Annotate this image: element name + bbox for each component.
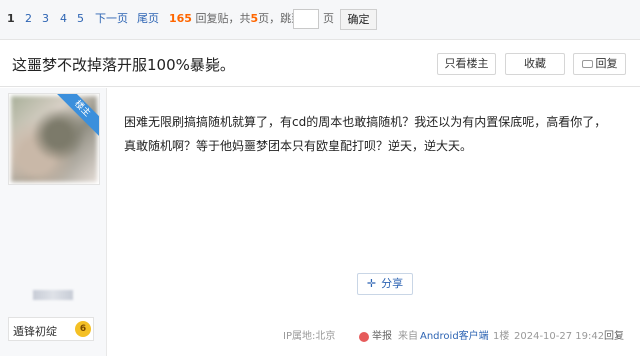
page-5[interactable]: 5 xyxy=(77,12,84,26)
post-line: 困难无限刷搞搞随机就算了，有cd的周本也敢搞随机？我还以为有内置保底呢，高看你了… xyxy=(124,115,607,129)
pager: 1 2 3 4 5 下一页 尾页 165 回复贴，共5页，跳到 页 确定 xyxy=(0,0,640,40)
username-blurred[interactable] xyxy=(33,290,73,300)
share-button[interactable]: ✛ 分享 xyxy=(357,273,413,295)
level-star-icon: 6 xyxy=(75,321,91,337)
reply-count: 165 xyxy=(169,12,192,25)
only-op-button[interactable]: 只看楼主 xyxy=(437,53,496,75)
floor-number: 1楼 xyxy=(493,331,510,342)
share-plus-icon: ✛ xyxy=(366,277,377,290)
report-icon xyxy=(359,332,369,342)
post-datetime: 2024-10-27 19:42 xyxy=(514,331,605,342)
reply-button[interactable]: 回复 xyxy=(573,53,626,75)
post-line: 真敢随机啊？等于他妈噩梦团本只有欧皇配打呗？逆天，逆大天。 xyxy=(124,139,473,153)
page-4[interactable]: 4 xyxy=(60,12,67,26)
report-link[interactable]: 举报 xyxy=(372,330,392,344)
page-3[interactable]: 3 xyxy=(42,12,49,26)
favorite-button[interactable]: 收藏 xyxy=(505,53,565,75)
thread-header: 这噩梦不改掉落开服100%暴毙。 只看楼主 收藏 回复 xyxy=(0,41,640,87)
post-content: 困难无限刷搞搞随机就算了，有cd的周本也敢搞随机？我还以为有内置保底呢，高看你了… xyxy=(124,110,630,158)
next-page-link[interactable]: 下一页 xyxy=(95,12,128,26)
page-jump-input[interactable] xyxy=(293,9,319,29)
page-unit: 页 xyxy=(323,12,334,25)
share-label: 分享 xyxy=(381,277,404,290)
page-2[interactable]: 2 xyxy=(25,12,32,26)
comment-icon xyxy=(581,60,593,68)
level-badge[interactable]: 遁锋初绽 6 xyxy=(8,317,94,341)
page-1[interactable]: 1 xyxy=(7,12,15,26)
author-panel: 楼主 遁锋初绽 6 xyxy=(0,88,107,356)
confirm-jump-button[interactable]: 确定 xyxy=(340,9,377,30)
ip-location: IP属地:北京 xyxy=(283,331,336,342)
last-page-link[interactable]: 尾页 xyxy=(137,12,159,26)
avatar-frame[interactable]: 楼主 xyxy=(8,93,100,185)
reply-button-label: 回复 xyxy=(595,57,618,70)
badge-name: 遁锋初绽 xyxy=(13,325,57,338)
reply-link[interactable]: 回复 xyxy=(604,330,624,344)
source-prefix: 来自 xyxy=(398,331,418,342)
reply-count-label: 回复贴，共 xyxy=(195,12,251,25)
total-pages: 5 xyxy=(250,12,259,25)
client-source-link[interactable]: Android客户端 xyxy=(420,330,489,344)
thread-title: 这噩梦不改掉落开服100%暴毙。 xyxy=(12,56,235,74)
